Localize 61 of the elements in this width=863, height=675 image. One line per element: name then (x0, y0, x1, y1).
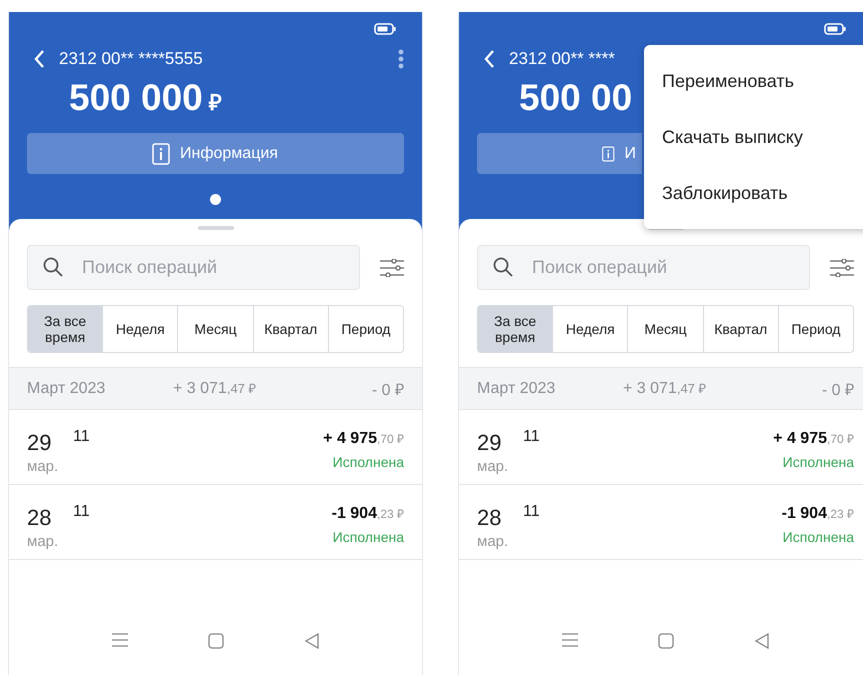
home-icon[interactable] (208, 633, 224, 649)
balance-amount: 500 00 (519, 77, 632, 119)
month-label: Март 2023 (477, 380, 556, 398)
back-icon[interactable] (483, 49, 495, 69)
transaction-status: Исполнена (782, 529, 854, 545)
period-tab[interactable]: За все время (478, 306, 552, 352)
battery-icon (824, 22, 846, 34)
transaction-day: 28 (477, 505, 523, 531)
transaction-month: мар. (27, 533, 60, 550)
transaction-amount: + 4 975,70 ₽ (773, 430, 854, 448)
transaction-title: 11 (523, 502, 541, 522)
transaction-status: Исполнена (332, 529, 404, 545)
transaction-status: Исполнена (332, 454, 404, 470)
transaction-title: 11 (523, 427, 541, 447)
period-tab[interactable]: Период (778, 306, 853, 352)
period-tab[interactable]: За все время (28, 306, 102, 352)
filter-icon[interactable] (830, 258, 854, 276)
period-tab[interactable]: Период (328, 306, 403, 352)
transaction-status: Исполнена (782, 454, 854, 470)
transaction-day: 29 (477, 430, 523, 456)
transaction-amount: -1 904,23 ₽ (332, 505, 404, 523)
search-icon (493, 257, 513, 277)
filter-icon[interactable] (380, 258, 404, 276)
transaction-row[interactable]: 28 мар. 11 -1 904,23 ₽ Исполнена (9, 485, 422, 560)
transaction-day: 28 (27, 505, 73, 531)
month-income: + 3 071,47 ₽ (173, 379, 258, 398)
month-income: + 3 071,47 ₽ (623, 379, 708, 398)
currency-sign: ₽ (208, 89, 222, 116)
search-field[interactable]: Поиск операций (477, 245, 810, 290)
search-field[interactable]: Поиск операций (27, 245, 360, 290)
month-expense: - 0 ₽ (372, 380, 404, 400)
search-icon (43, 257, 63, 277)
transaction-row[interactable]: 29 мар. 11 + 4 975,70 ₽ Исполнена (9, 410, 422, 485)
account-number: 2312 00** **** (509, 49, 616, 69)
transaction-row[interactable]: 28 мар. 11 -1 904,23 ₽ Исполнена (459, 485, 863, 560)
info-button[interactable]: И (477, 133, 642, 174)
transaction-month: мар. (477, 533, 510, 550)
page-indicator-dot (210, 194, 221, 205)
menu-icon[interactable] (562, 633, 578, 647)
transaction-title: 11 (73, 427, 91, 447)
transaction-month: мар. (27, 458, 60, 475)
more-icon[interactable] (398, 49, 404, 69)
transaction-row[interactable]: 29 мар. 11 + 4 975,70 ₽ Исполнена (459, 410, 863, 485)
account-number: 2312 00** ****5555 (59, 49, 204, 69)
menu-icon[interactable] (112, 633, 128, 647)
transaction-amount: + 4 975,70 ₽ (323, 430, 404, 448)
home-icon[interactable] (658, 633, 674, 649)
transaction-title: 11 (73, 502, 91, 522)
month-expense: - 0 ₽ (822, 380, 854, 400)
drag-handle[interactable] (198, 226, 234, 230)
back-triangle-icon[interactable] (304, 633, 320, 649)
month-label: Март 2023 (27, 380, 106, 398)
transaction-day: 29 (27, 430, 73, 456)
balance-amount: 500 000 (69, 77, 203, 119)
back-triangle-icon[interactable] (754, 633, 770, 649)
back-icon[interactable] (33, 49, 45, 69)
transaction-amount: -1 904,23 ₽ (782, 505, 854, 523)
transaction-month: мар. (477, 458, 510, 475)
info-icon (152, 142, 170, 164)
battery-icon (374, 22, 396, 34)
info-button[interactable]: Информация (27, 133, 404, 174)
